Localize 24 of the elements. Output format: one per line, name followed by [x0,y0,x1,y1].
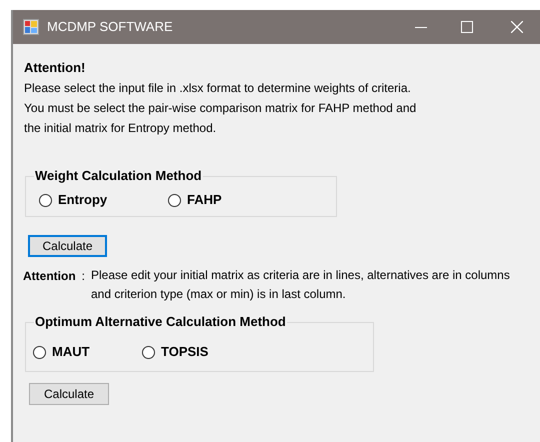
note-text: and criterion type (max or min) is in last column. [91,286,347,303]
radio-button[interactable] [33,346,46,358]
radio-button[interactable] [142,346,155,358]
instruction-text: You must be select the pair-wise comparison matrix for FAHP method and [24,100,418,117]
radio-button[interactable] [168,194,181,206]
note-text: Please edit your initial matrix as criteria are in lines, alternatives are in columns [91,267,510,284]
app-icon [23,19,39,35]
instruction-text: Please select the input file in .xlsx format to determine weights of criteria. [24,80,412,97]
group-legend: Weight Calculation Method [34,168,203,184]
radio-option[interactable]: Entropy [39,192,168,208]
attention-heading: Attention! [24,59,86,77]
window-title: MCDMP SOFTWARE [47,18,173,36]
instruction-text: the initial matrix for Entropy method. [24,120,218,137]
calculate-button[interactable]: Calculate [28,235,107,257]
calculate-button[interactable]: Calculate [29,383,109,405]
separator: : [82,268,85,285]
radio-button[interactable] [39,194,52,206]
radio-option[interactable]: FAHP [168,192,288,208]
attention-label: Attention [23,268,76,285]
maximize-icon[interactable] [461,21,473,33]
radio-option[interactable]: TOPSIS [142,344,262,360]
group-legend: Optimum Alternative Calculation Method [34,314,287,330]
close-icon[interactable] [511,21,523,33]
radio-option[interactable]: MAUT [33,344,142,360]
